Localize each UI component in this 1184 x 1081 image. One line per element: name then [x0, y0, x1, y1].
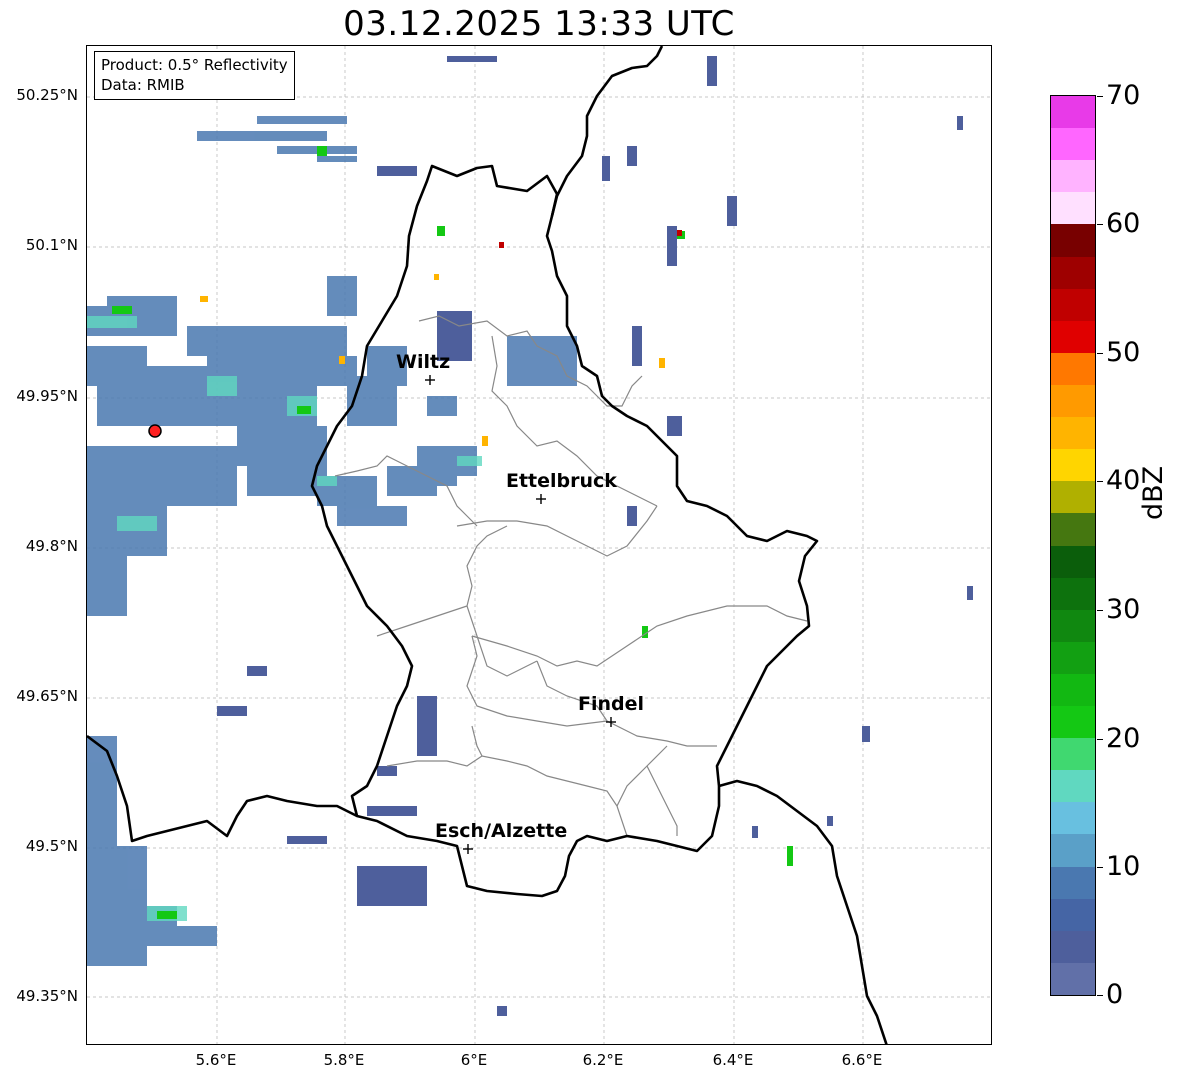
product-info-box: Product: 0.5° Reflectivity Data: RMIB	[94, 51, 295, 100]
colorbar-segment	[1051, 930, 1095, 964]
colorbar-segment	[1051, 417, 1095, 450]
y-tick-label: 49.8°N	[25, 537, 78, 555]
colorbar-label: 10	[1106, 851, 1141, 882]
colorbar-tick	[1097, 610, 1103, 611]
colorbar-label: 0	[1106, 979, 1124, 1010]
colorbar-tick	[1097, 481, 1103, 482]
national-borders	[87, 46, 888, 1044]
colorbar-segment	[1051, 96, 1095, 129]
colorbar-segment	[1051, 352, 1095, 386]
colorbar-segment	[1051, 160, 1095, 193]
colorbar-segment	[1051, 802, 1095, 836]
colorbar-tick	[1097, 96, 1103, 97]
colorbar-segment	[1051, 481, 1095, 514]
x-tick-label: 6.2°E	[582, 1051, 624, 1069]
colorbar-segment	[1051, 866, 1095, 900]
colorbar-segment	[1051, 513, 1095, 547]
colorbar-tick	[1097, 739, 1103, 740]
canton-boundaries	[334, 315, 808, 837]
data-source-label: Data: RMIB	[101, 76, 185, 94]
colorbar-tick	[1097, 353, 1103, 354]
x-tick-label: 5.6°E	[195, 1051, 237, 1069]
city-label-findel: Findel	[578, 693, 645, 715]
colorbar-label: 20	[1106, 723, 1141, 754]
colorbar-tick	[1097, 224, 1103, 225]
colorbar	[1050, 95, 1096, 996]
colorbar-segment	[1051, 449, 1095, 482]
colorbar-segment	[1051, 609, 1095, 643]
y-tick-label: 49.5°N	[25, 837, 78, 855]
colorbar-label: 60	[1106, 208, 1141, 239]
colorbar-segment	[1051, 128, 1095, 161]
colorbar-segment	[1051, 192, 1095, 226]
colorbar-label: 50	[1106, 337, 1141, 368]
radar-echoes	[87, 56, 973, 1016]
y-tick-label: 50.25°N	[16, 86, 78, 104]
x-tick-label: 6°E	[460, 1051, 488, 1069]
radar-site-marker	[148, 424, 162, 438]
y-tick-label: 49.95°N	[16, 387, 78, 405]
colorbar-segment	[1051, 577, 1095, 611]
colorbar-segment	[1051, 288, 1095, 322]
map-title: 03.12.2025 13:33 UTC	[343, 4, 735, 44]
colorbar-segment	[1051, 898, 1095, 932]
colorbar-segment	[1051, 706, 1095, 739]
colorbar-tick	[1097, 867, 1103, 868]
colorbar-segment	[1051, 641, 1095, 675]
colorbar-tick	[1097, 995, 1103, 996]
colorbar-segment	[1051, 738, 1095, 771]
map-area[interactable]	[86, 45, 992, 1045]
y-tick-label: 49.65°N	[16, 687, 78, 705]
x-tick-label: 5.8°E	[323, 1051, 365, 1069]
x-tick-label: 6.4°E	[712, 1051, 754, 1069]
colorbar-segment	[1051, 770, 1095, 803]
y-tick-label: 49.35°N	[16, 987, 78, 1005]
city-label-ettelbruck: Ettelbruck	[506, 470, 617, 492]
colorbar-segment	[1051, 545, 1095, 579]
colorbar-label: 70	[1106, 80, 1141, 111]
colorbar-segment	[1051, 673, 1095, 707]
colorbar-segment	[1051, 384, 1095, 418]
city-label-esch-alzette: Esch/Alzette	[435, 820, 568, 842]
colorbar-label: 30	[1106, 594, 1141, 625]
colorbar-segment	[1051, 224, 1095, 258]
city-label-wiltz: Wiltz	[396, 351, 451, 373]
colorbar-segment	[1051, 256, 1095, 290]
map-canvas	[87, 46, 991, 1044]
colorbar-segment	[1051, 320, 1095, 354]
colorbar-segment	[1051, 834, 1095, 868]
colorbar-segment	[1051, 962, 1095, 995]
colorbar-label: 40	[1106, 465, 1141, 496]
colorbar-title: dBZ	[1138, 465, 1169, 520]
x-tick-label: 6.6°E	[841, 1051, 883, 1069]
y-tick-label: 50.1°N	[25, 236, 78, 254]
product-label: Product: 0.5° Reflectivity	[101, 56, 288, 74]
